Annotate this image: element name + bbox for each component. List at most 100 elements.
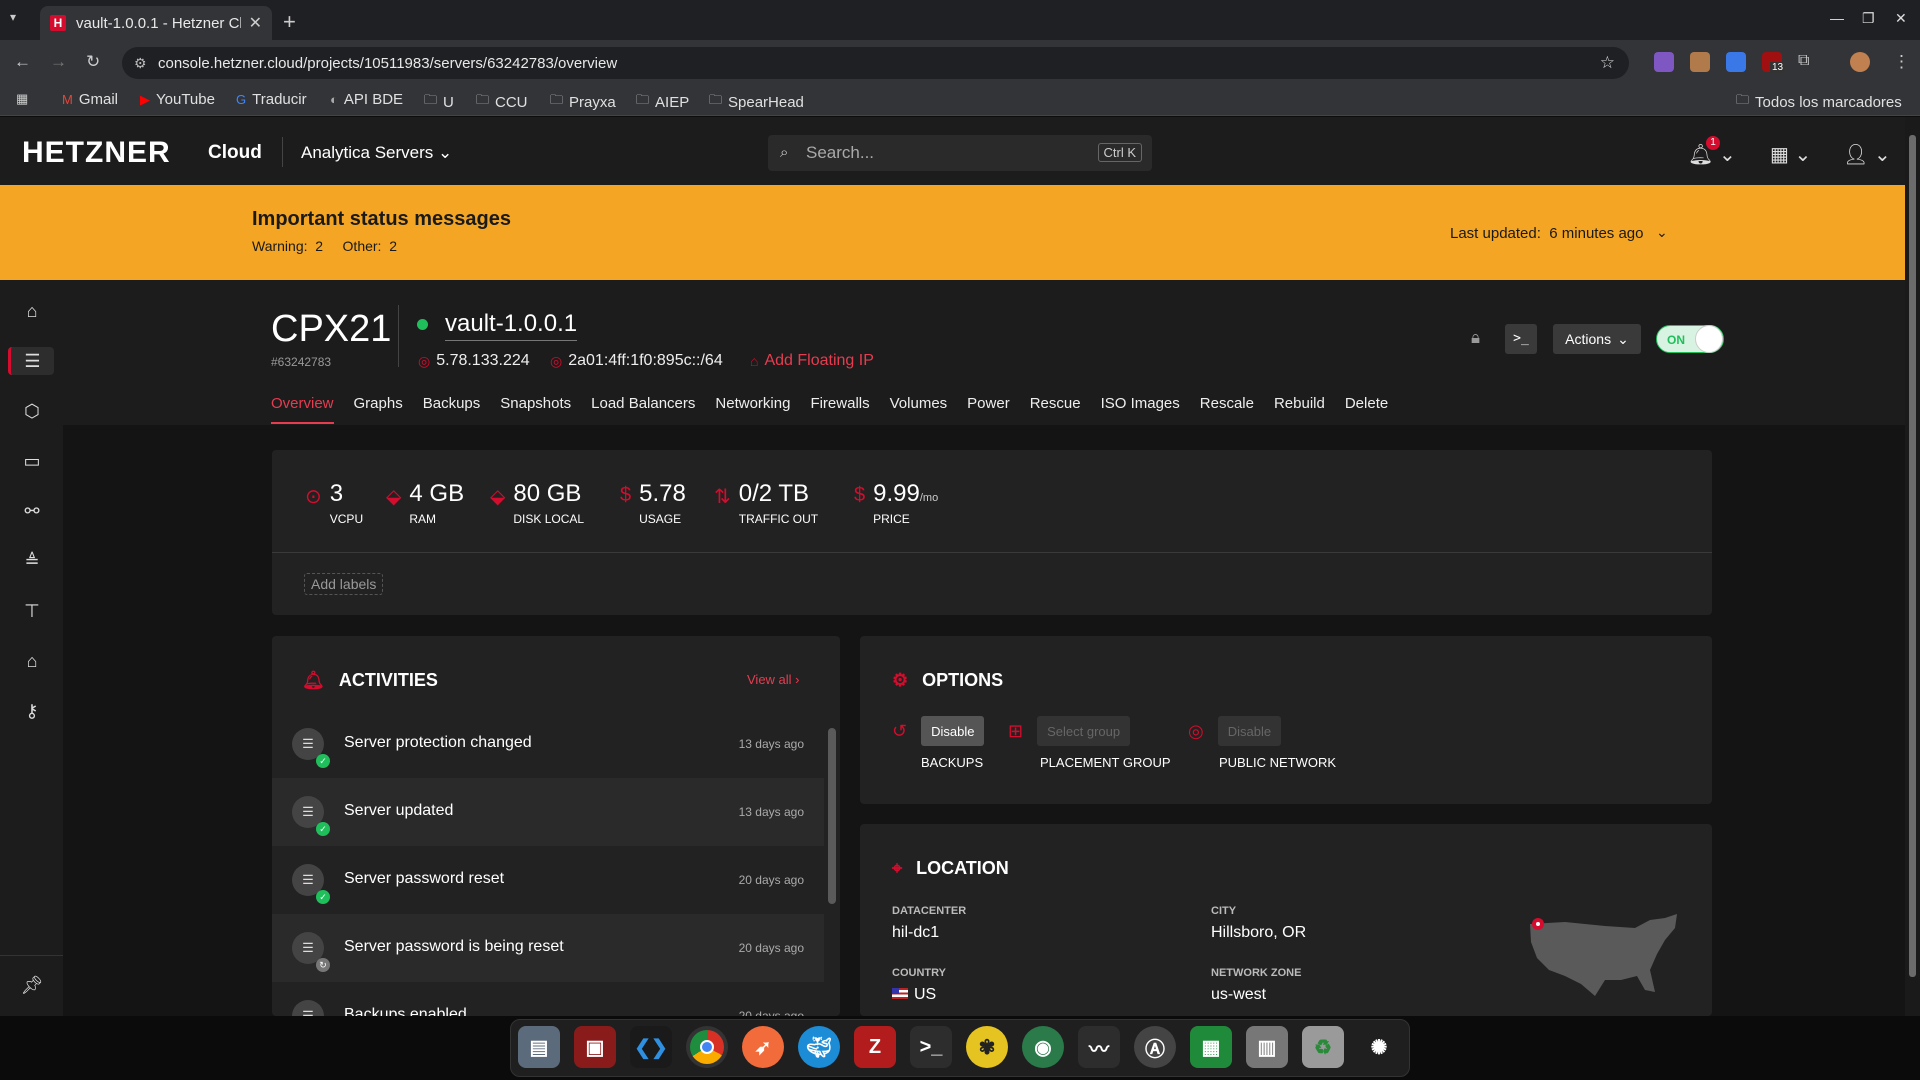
- extension-doc-icon[interactable]: [1726, 52, 1746, 72]
- bookmark-8[interactable]: 🗀 SpearHead: [709, 91, 804, 113]
- activity-item[interactable]: ☰ ↻ Server password is being reset 20 days …: [272, 914, 824, 982]
- add-labels-button[interactable]: Add labels: [304, 573, 384, 595]
- firewall-icon[interactable]: ⊤: [18, 597, 46, 625]
- disable-public-network-button[interactable]: Disable: [1217, 716, 1282, 746]
- system-monitor-icon[interactable]: 〰: [1078, 1026, 1120, 1068]
- power-toggle[interactable]: ON: [1656, 325, 1724, 353]
- activity-item[interactable]: ☰✓Backups enabled20 days ago: [272, 982, 824, 1016]
- search-input[interactable]: ⌕ Search... Ctrl K: [768, 135, 1152, 171]
- tab-volumes[interactable]: Volumes: [890, 395, 948, 424]
- extension-badge-icon[interactable]: 13: [1762, 52, 1786, 73]
- folder-icon: 🗀: [476, 92, 490, 107]
- volumes-box-icon[interactable]: ⬡: [18, 397, 46, 425]
- extension-pen-icon[interactable]: [1654, 52, 1674, 72]
- ipv6-address[interactable]: ◎ 2a01:4ff:1f0:895c::/64: [550, 352, 723, 370]
- apps-grid-icon[interactable]: ▦: [16, 91, 28, 107]
- tab-list-icon[interactable]: ▾: [10, 10, 16, 24]
- back-icon[interactable]: ←: [14, 52, 31, 72]
- activity-item[interactable]: ☰ ✓ Server password reset 20 days ago: [272, 846, 824, 914]
- all-bookmarks[interactable]: 🗀 Todos los marcadores: [1736, 91, 1902, 113]
- address-bar[interactable]: ⚙ console.hetzner.cloud/projects/1051198…: [122, 47, 1629, 79]
- select-group-button[interactable]: Select group: [1037, 716, 1131, 746]
- app-store-icon[interactable]: Ⓐ: [1134, 1026, 1176, 1068]
- tab-rescue[interactable]: Rescue: [1030, 395, 1081, 424]
- tab-backups[interactable]: Backups: [423, 395, 481, 424]
- servers-icon[interactable]: ☰: [8, 347, 54, 375]
- files-app-icon[interactable]: ▤: [518, 1026, 560, 1068]
- project-selector[interactable]: Analytica Servers ⌄: [301, 143, 452, 163]
- tab-graphs[interactable]: Graphs: [354, 395, 403, 424]
- view-all-link[interactable]: View all ›: [747, 672, 800, 687]
- pin-sidebar-icon[interactable]: 📌︎: [18, 971, 46, 999]
- browser-tab[interactable]: H vault-1.0.0.1 - Hetzner Cl ✕: [40, 6, 272, 40]
- postman-icon[interactable]: ➶: [742, 1026, 784, 1068]
- browser-menu-icon[interactable]: ⋮: [1893, 52, 1910, 72]
- hetzner-logo[interactable]: HETZNER: [22, 136, 171, 170]
- terminal-icon[interactable]: >_: [910, 1026, 952, 1068]
- bookmark-3[interactable]: ◐ API BDE: [330, 91, 403, 108]
- backup-history-icon: ↺: [892, 720, 908, 741]
- show-apps-icon[interactable]: ✺: [1358, 1026, 1400, 1068]
- vscode-icon[interactable]: ❮❯: [630, 1026, 672, 1068]
- bookmark-0[interactable]: M Gmail: [62, 91, 118, 108]
- forward-icon[interactable]: →: [50, 52, 67, 72]
- tab-load-balancers[interactable]: Load Balancers: [591, 395, 695, 424]
- minimize-icon[interactable]: —: [1830, 10, 1844, 26]
- extension-hat-icon[interactable]: [1690, 52, 1710, 72]
- spreadsheet-icon[interactable]: ▦: [1190, 1026, 1232, 1068]
- tab-rebuild[interactable]: Rebuild: [1274, 395, 1325, 424]
- tab-snapshots[interactable]: Snapshots: [500, 395, 571, 424]
- add-floating-ip-link[interactable]: ⌂ Add Floating IP: [750, 352, 874, 370]
- bookmark-7[interactable]: 🗀 AIEP: [636, 91, 689, 113]
- apps-menu-icon[interactable]: ▦ ⌄: [1770, 142, 1811, 167]
- chatgpt-icon[interactable]: ✾: [966, 1026, 1008, 1068]
- activity-item[interactable]: ☰ ✓ Server protection changed 13 days ago: [272, 710, 824, 778]
- networks-icon[interactable]: ⚯: [18, 497, 46, 525]
- bookmark-star-icon[interactable]: ☆: [1600, 53, 1615, 73]
- bookmark-6[interactable]: 🗀 Prayxa: [550, 91, 616, 113]
- console-button[interactable]: >_: [1505, 324, 1537, 354]
- trash-icon[interactable]: ♻: [1302, 1026, 1344, 1068]
- tab-rescale[interactable]: Rescale: [1200, 395, 1254, 424]
- tab-overview[interactable]: Overview: [271, 395, 334, 424]
- profile-avatar[interactable]: [1850, 52, 1870, 72]
- reload-icon[interactable]: ↻: [86, 52, 100, 72]
- bookmark-4[interactable]: 🗀 U: [424, 91, 454, 113]
- tab-iso-images[interactable]: ISO Images: [1101, 395, 1180, 424]
- activities-scrollbar[interactable]: [828, 728, 836, 904]
- scrollbar-thumb[interactable]: [1909, 135, 1916, 977]
- tab-firewalls[interactable]: Firewalls: [810, 395, 869, 424]
- close-tab-icon[interactable]: ✕: [249, 13, 262, 33]
- storage-box-icon[interactable]: ▭: [18, 447, 46, 475]
- tab-delete[interactable]: Delete: [1345, 395, 1388, 424]
- banner-expand-icon[interactable]: ⌄: [1656, 224, 1668, 241]
- tab-power[interactable]: Power: [967, 395, 1010, 424]
- security-key-icon[interactable]: ⚷: [18, 697, 46, 725]
- site-info-icon[interactable]: ⚙: [134, 55, 147, 72]
- server-name[interactable]: vault-1.0.0.1: [445, 310, 578, 341]
- lock-icon[interactable]: 🔒︎: [1471, 328, 1480, 348]
- archive-icon[interactable]: ▥: [1246, 1026, 1288, 1068]
- load-balancer-icon[interactable]: ≜: [18, 547, 46, 575]
- bookmark-2[interactable]: G Traducir: [236, 91, 307, 108]
- new-tab-icon[interactable]: +: [283, 9, 296, 35]
- disable-backups-button[interactable]: Disable: [921, 716, 985, 746]
- chrome-icon[interactable]: [686, 1026, 728, 1068]
- activity-item[interactable]: ☰ ✓ Server updated 13 days ago: [272, 778, 824, 846]
- ipv4-address[interactable]: ◎ 5.78.133.224: [418, 352, 530, 370]
- bookmark-1[interactable]: ▶ YouTube: [140, 91, 215, 108]
- docker-icon[interactable]: 🐳︎: [798, 1026, 840, 1068]
- close-window-icon[interactable]: ✕: [1895, 10, 1907, 27]
- restore-icon[interactable]: ❐: [1862, 10, 1875, 27]
- filezilla-icon[interactable]: Z: [854, 1026, 896, 1068]
- home-icon[interactable]: ⌂: [18, 297, 46, 325]
- actions-button[interactable]: Actions ⌄: [1553, 324, 1641, 354]
- extensions-puzzle-icon[interactable]: ⧉: [1798, 52, 1818, 72]
- page-scrollbar[interactable]: [1905, 117, 1920, 1016]
- screenshot-app-icon[interactable]: ▣: [574, 1026, 616, 1068]
- bookmark-5[interactable]: 🗀 CCU: [476, 91, 528, 113]
- tab-networking[interactable]: Networking: [715, 395, 790, 424]
- user-menu-icon[interactable]: 👤︎ ⌄: [1843, 142, 1891, 167]
- globe-app-icon[interactable]: ◉: [1022, 1026, 1064, 1068]
- floating-ip-icon[interactable]: ⌂: [18, 647, 46, 675]
